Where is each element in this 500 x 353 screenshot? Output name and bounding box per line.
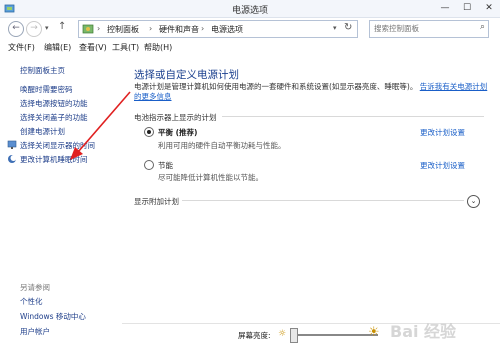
description-text: 电源计划是管理计算机如何使用电源的一套硬件和系统设置(如显示器亮度、睡眠等)。: [134, 82, 418, 91]
breadcrumb-separator: ›: [97, 24, 101, 33]
window-title: 电源选项: [231, 6, 268, 16]
sidebar-item-sleep-time[interactable]: 更改计算机睡眠时间: [20, 154, 88, 165]
page-title: 选择或自定义电源计划: [134, 69, 239, 81]
search-icon[interactable]: ⌕: [480, 22, 485, 32]
plan-saver-radio[interactable]: [144, 160, 154, 170]
menu-bar: 文件(F) 编辑(E) 查看(V) 工具(T) 帮助(H): [0, 41, 500, 54]
page-description: 电源计划是管理计算机如何使用电源的一套硬件和系统设置(如显示器亮度、睡眠等)。 …: [134, 82, 494, 102]
additional-divider: [182, 200, 464, 201]
section-divider: [222, 116, 484, 117]
see-also-heading: 另请参阅: [20, 283, 50, 292]
see-also-user-accounts[interactable]: 用户帐户: [20, 326, 50, 337]
brightness-slider-thumb[interactable]: [290, 328, 298, 343]
watermark-logo: Bai 经验: [390, 322, 457, 341]
brightness-slider-track[interactable]: [298, 334, 378, 336]
forward-arrow-icon: →: [30, 23, 38, 33]
plan-saver-description: 尽可能降低计算机性能以节能。: [158, 173, 263, 182]
section-label: 电池指示器上显示的计划: [134, 113, 217, 122]
maximize-button[interactable]: ☐: [456, 0, 478, 17]
search-box[interactable]: ⌕: [369, 20, 489, 38]
plan-balanced-name: 平衡 (推荐): [158, 128, 198, 137]
brightness-label: 屏幕亮度:: [238, 331, 271, 340]
sidebar-item-create-plan[interactable]: 创建电源计划: [20, 126, 65, 137]
up-arrow-icon[interactable]: ↑: [58, 21, 66, 32]
additional-plans-label[interactable]: 显示附加计划: [134, 196, 179, 207]
recent-pages-dropdown-icon[interactable]: ▾: [45, 24, 49, 32]
menu-tools[interactable]: 工具(T): [112, 42, 139, 53]
forward-button[interactable]: →: [26, 21, 42, 37]
control-panel-icon: [82, 24, 94, 34]
back-button[interactable]: ←: [8, 21, 24, 37]
back-arrow-icon: ←: [12, 23, 20, 33]
brightness-high-icon: ☀: [368, 325, 380, 340]
sleep-icon: [8, 155, 17, 163]
menu-edit[interactable]: 编辑(E): [44, 42, 71, 53]
menu-view[interactable]: 查看(V): [79, 42, 107, 53]
sidebar-item-wake-password[interactable]: 唤醒时需要密码: [20, 84, 73, 95]
brightness-low-icon: ☼: [278, 329, 287, 339]
sidebar-home[interactable]: 控制面板主页: [20, 65, 65, 76]
see-also-mobility-center[interactable]: Windows 移动中心: [20, 311, 86, 322]
breadcrumb-hardware-sound[interactable]: 硬件和声音: [159, 24, 199, 35]
plan-balanced-radio[interactable]: [144, 127, 154, 137]
sidebar: 控制面板主页 唤醒时需要密码 选择电源按钮的功能 选择关闭盖子的功能 创建电源计…: [0, 55, 120, 352]
sidebar-item-lid[interactable]: 选择关闭盖子的功能: [20, 112, 88, 123]
navigation-bar: ← → ▾ ↑ › 控制面板 › 硬件和声音 › 电源选项 ▾ ↻ ⌕: [0, 18, 500, 40]
address-dropdown-icon[interactable]: ▾: [333, 24, 337, 32]
sidebar-item-power-button[interactable]: 选择电源按钮的功能: [20, 98, 88, 109]
sidebar-item-display-off[interactable]: 选择关闭显示器的时间: [20, 140, 95, 151]
search-input[interactable]: [370, 21, 478, 35]
display-off-icon: [7, 140, 17, 149]
plan-saver-change-link[interactable]: 更改计划设置: [420, 160, 465, 171]
title-bar: 电源选项 — ☐ ✕: [0, 0, 500, 18]
address-bar[interactable]: › 控制面板 › 硬件和声音 › 电源选项 ▾ ↻: [78, 20, 358, 38]
breadcrumb-separator: ›: [201, 24, 205, 33]
breadcrumb-separator: ›: [149, 24, 153, 33]
plan-saver-name: 节能: [158, 161, 173, 170]
close-button[interactable]: ✕: [478, 0, 500, 17]
refresh-icon[interactable]: ↻: [344, 22, 352, 33]
breadcrumb-power-options[interactable]: 电源选项: [211, 24, 243, 35]
plan-balanced-description: 利用可用的硬件自动平衡功耗与性能。: [158, 141, 286, 150]
menu-help[interactable]: 帮助(H): [144, 42, 172, 53]
menu-file[interactable]: 文件(F): [8, 42, 35, 53]
plan-balanced-change-link[interactable]: 更改计划设置: [420, 127, 465, 138]
minimize-button[interactable]: —: [434, 0, 456, 17]
main-content: 选择或自定义电源计划 电源计划是管理计算机如何使用电源的一套硬件和系统设置(如显…: [122, 55, 500, 352]
expand-chevron-icon[interactable]: ⌄: [467, 195, 480, 208]
see-also-personalization[interactable]: 个性化: [20, 296, 43, 307]
breadcrumb-control-panel[interactable]: 控制面板: [107, 24, 139, 35]
